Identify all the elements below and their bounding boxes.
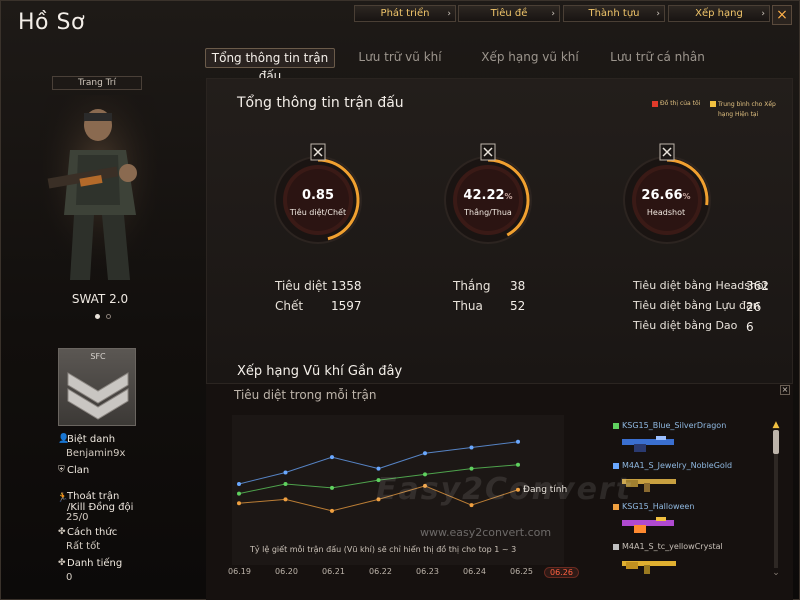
weapon-rifle-icon	[622, 561, 676, 574]
watermark-url: www.easy2convert.com	[420, 526, 552, 539]
weapon-name[interactable]: M4A1_S_tc_yellowCrystal	[622, 542, 723, 551]
weapon-name[interactable]: KSG15_Halloween	[622, 502, 694, 511]
scroll-down-icon[interactable]: ⌄	[771, 568, 781, 578]
data-point	[330, 508, 334, 513]
data-point	[469, 466, 474, 471]
weapon-shotgun-icon	[622, 517, 674, 533]
data-point	[283, 470, 288, 475]
data-point	[283, 497, 288, 502]
data-point	[237, 501, 241, 506]
x-tick-label: 06.23	[416, 567, 439, 576]
data-point	[283, 482, 288, 486]
weapon-swatch	[613, 423, 619, 429]
x-tick-label: 06.20	[275, 567, 298, 576]
data-point	[237, 482, 241, 486]
x-tick-label: 06.24	[463, 567, 486, 576]
scroll-up-icon[interactable]: ▲	[772, 420, 780, 430]
x-tick-label: 06.19	[228, 567, 251, 576]
watermark: Easy2Convert	[376, 472, 633, 507]
x-tick-label: 06.22	[369, 567, 392, 576]
weapon-swatch	[613, 463, 619, 469]
data-point	[330, 485, 334, 490]
x-tick-label-active[interactable]: 06.26	[544, 567, 579, 578]
x-tick-label: 06.21	[322, 567, 345, 576]
scrollbar-thumb[interactable]	[773, 430, 779, 454]
chart-note: Tỷ lệ giết mỗi trận đấu (Vũ khí) sẽ chỉ …	[250, 545, 517, 554]
data-point	[330, 455, 334, 460]
weapon-swatch	[613, 544, 619, 550]
data-point	[376, 466, 381, 471]
data-point	[516, 462, 520, 467]
data-point	[469, 445, 474, 450]
weapon-name[interactable]: M4A1_S_Jewelry_NobleGold	[622, 461, 732, 470]
data-point	[516, 439, 520, 444]
weapon-name[interactable]: KSG15_Blue_SilverDragon	[622, 421, 726, 430]
weapon-shotgun-icon	[622, 436, 674, 452]
data-point	[423, 451, 427, 456]
x-tick-label: 06.25	[510, 567, 533, 576]
data-point	[237, 491, 241, 496]
